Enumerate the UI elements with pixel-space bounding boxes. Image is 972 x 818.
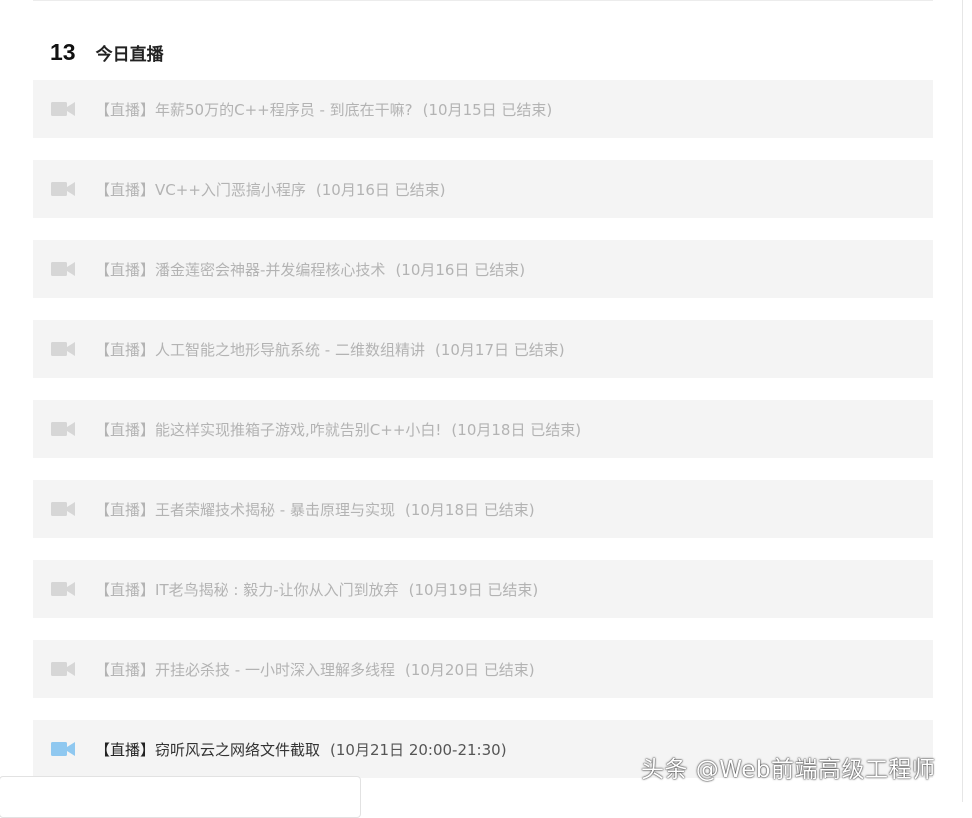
- lesson-title: 开挂必杀技 - 一小时深入理解多线程: [155, 660, 395, 679]
- video-camera-icon: [51, 660, 75, 678]
- lesson-date: (10月18日 已结束): [451, 420, 582, 439]
- lesson-item[interactable]: 【直播】IT老鸟揭秘 : 毅力-让你从入门到放弃 (10月19日 已结束): [33, 560, 933, 618]
- section-header: 13 今日直播: [50, 36, 164, 68]
- lesson-list: 【直播】年薪50万的C++程序员 - 到底在干嘛? (10月15日 已结束) 【直…: [33, 80, 933, 800]
- lesson-title: 人工智能之地形导航系统 - 二维数组精讲: [155, 340, 425, 359]
- section-title: 今日直播: [95, 44, 164, 65]
- lesson-item[interactable]: 【直播】开挂必杀技 - 一小时深入理解多线程 (10月20日 已结束): [33, 640, 933, 698]
- lesson-item[interactable]: 【直播】潘金莲密会神器-并发编程核心技术 (10月16日 已结束): [33, 240, 933, 298]
- video-camera-icon: [51, 100, 75, 118]
- lesson-tag: 【直播】: [95, 660, 156, 679]
- lesson-date: (10月18日 已结束): [404, 500, 535, 519]
- lesson-text: 【直播】VC++入门恶搞小程序 (10月16日 已结束): [95, 179, 446, 200]
- section-number: 13: [50, 38, 76, 65]
- lesson-title: 潘金莲密会神器-并发编程核心技术: [155, 260, 386, 279]
- lesson-text: 【直播】开挂必杀技 - 一小时深入理解多线程 (10月20日 已结束): [95, 659, 535, 680]
- video-camera-icon: [51, 500, 75, 518]
- lesson-tag: 【直播】: [95, 180, 156, 199]
- lesson-date: (10月20日 已结束): [404, 660, 535, 679]
- lesson-text: 【直播】王者荣耀技术揭秘 - 暴击原理与实现 (10月18日 已结束): [95, 499, 535, 520]
- lesson-title: 王者荣耀技术揭秘 - 暴击原理与实现: [155, 500, 395, 519]
- lesson-tag: 【直播】: [95, 500, 156, 519]
- lesson-item[interactable]: 【直播】王者荣耀技术揭秘 - 暴击原理与实现 (10月18日 已结束): [33, 480, 933, 538]
- lesson-item[interactable]: 【直播】VC++入门恶搞小程序 (10月16日 已结束): [33, 160, 933, 218]
- video-camera-icon: [51, 740, 75, 758]
- lesson-title: IT老鸟揭秘 : 毅力-让你从入门到放弃: [155, 580, 399, 599]
- lesson-text: 【直播】IT老鸟揭秘 : 毅力-让你从入门到放弃 (10月19日 已结束): [95, 579, 538, 600]
- lesson-title: 能这样实现推箱子游戏,咋就告别C++小白!: [155, 420, 442, 439]
- lesson-date: (10月19日 已结束): [408, 580, 539, 599]
- lesson-date: (10月16日 已结束): [395, 260, 526, 279]
- lesson-tag: 【直播】: [95, 340, 156, 359]
- lesson-item[interactable]: 【直播】人工智能之地形导航系统 - 二维数组精讲 (10月17日 已结束): [33, 320, 933, 378]
- lesson-title: 年薪50万的C++程序员 - 到底在干嘛?: [155, 100, 413, 119]
- lesson-text: 【直播】年薪50万的C++程序员 - 到底在干嘛? (10月15日 已结束): [95, 99, 552, 120]
- scroll-edge: [962, 0, 963, 802]
- video-camera-icon: [51, 180, 75, 198]
- lesson-tag: 【直播】: [95, 740, 156, 759]
- lesson-item[interactable]: 【直播】能这样实现推箱子游戏,咋就告别C++小白! (10月18日 已结束): [33, 400, 933, 458]
- lesson-tag: 【直播】: [95, 100, 156, 119]
- lesson-title: 窃听风云之网络文件截取: [155, 740, 321, 759]
- lesson-date: (10月17日 已结束): [434, 340, 565, 359]
- lesson-tag: 【直播】: [95, 420, 156, 439]
- video-camera-icon: [51, 420, 75, 438]
- lesson-date: (10月21日 20:00-21:30): [330, 740, 507, 759]
- watermark: 头条 @Web前端高级工程师: [641, 757, 936, 783]
- video-camera-icon: [51, 340, 75, 358]
- lesson-title: VC++入门恶搞小程序: [155, 180, 306, 199]
- top-divider: [33, 0, 933, 1]
- lesson-tag: 【直播】: [95, 260, 156, 279]
- bottom-panel: [0, 776, 361, 818]
- lesson-tag: 【直播】: [95, 580, 156, 599]
- lesson-text: 【直播】人工智能之地形导航系统 - 二维数组精讲 (10月17日 已结束): [95, 339, 565, 360]
- lesson-text: 【直播】潘金莲密会神器-并发编程核心技术 (10月16日 已结束): [95, 259, 525, 280]
- lesson-date: (10月15日 已结束): [422, 100, 553, 119]
- lesson-date: (10月16日 已结束): [315, 180, 446, 199]
- video-camera-icon: [51, 580, 75, 598]
- lesson-item[interactable]: 【直播】年薪50万的C++程序员 - 到底在干嘛? (10月15日 已结束): [33, 80, 933, 138]
- lesson-text: 【直播】窃听风云之网络文件截取 (10月21日 20:00-21:30): [95, 739, 507, 760]
- video-camera-icon: [51, 260, 75, 278]
- lesson-text: 【直播】能这样实现推箱子游戏,咋就告别C++小白! (10月18日 已结束): [95, 419, 581, 440]
